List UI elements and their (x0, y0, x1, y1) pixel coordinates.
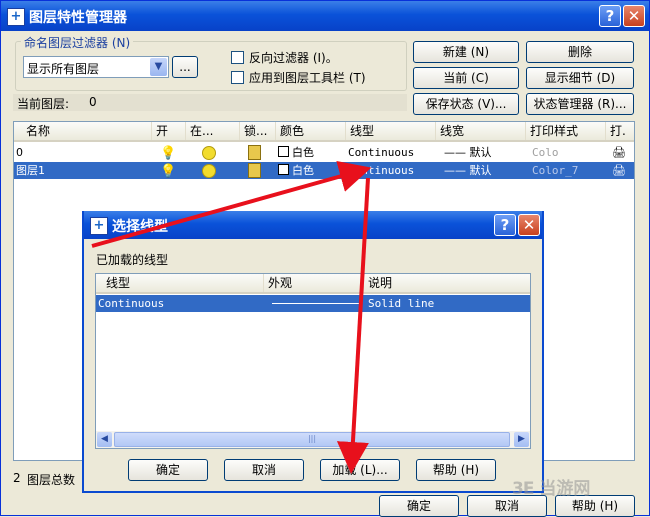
arrow-to-linetype (91, 160, 372, 248)
watermark-logo: 3E 当游网 (512, 479, 591, 499)
annotation-arrows (91, 160, 372, 474)
arrow-to-load-button (336, 177, 370, 474)
